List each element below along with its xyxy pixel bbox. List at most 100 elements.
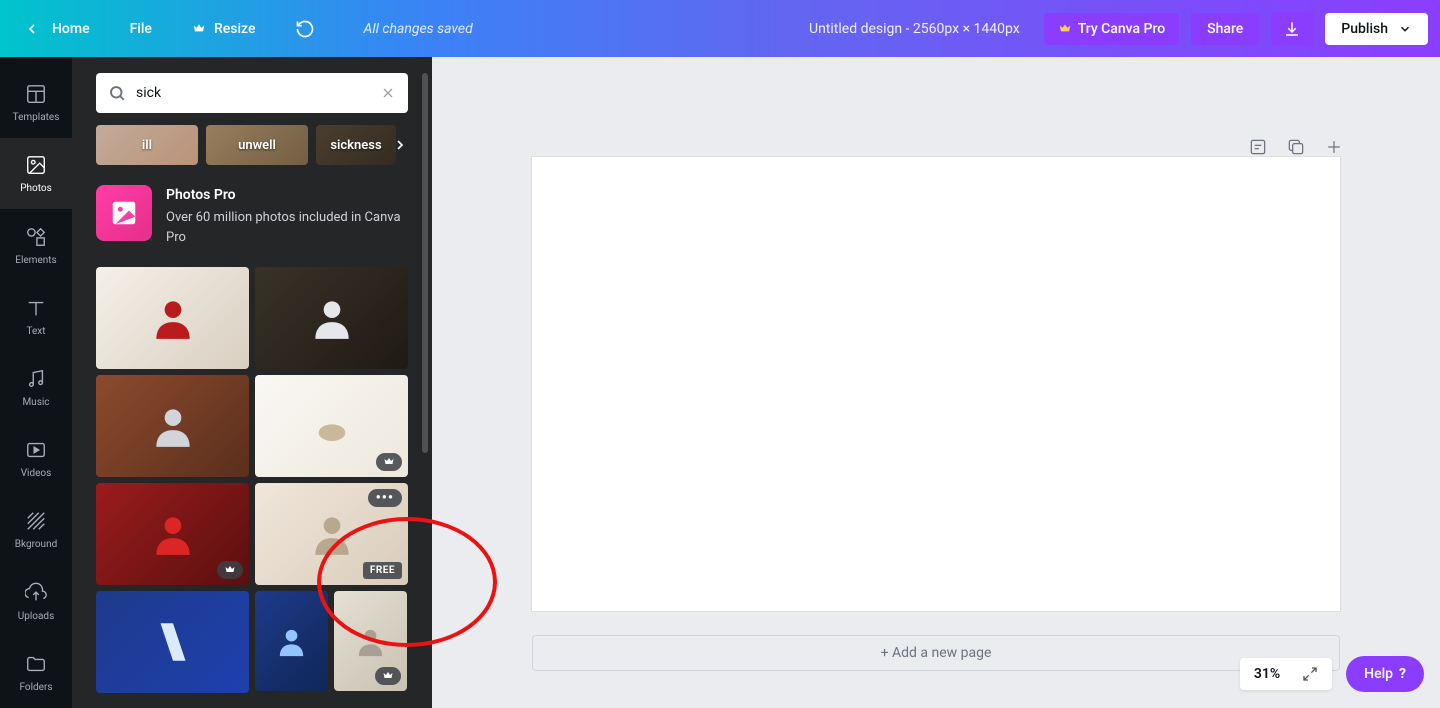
nav-background[interactable]: Bkground — [0, 494, 72, 565]
photo-result-8[interactable] — [255, 591, 328, 691]
chips-next-button[interactable] — [386, 131, 414, 159]
topbar-right-group: Untitled design - 2560px × 1440px Try Ca… — [809, 12, 1428, 46]
undo-button[interactable] — [287, 13, 323, 45]
help-label: Help — [1364, 666, 1393, 682]
search-box[interactable] — [96, 73, 408, 113]
promo-desc: Over 60 million photos included in Canva… — [166, 208, 408, 247]
notes-icon[interactable] — [1246, 135, 1270, 159]
home-label: Home — [52, 21, 90, 37]
photo-results: ••• FREE — [96, 267, 408, 693]
clear-search-icon[interactable] — [380, 85, 396, 101]
search-icon — [108, 84, 126, 102]
chevron-down-icon — [1398, 22, 1412, 36]
nav-label: Text — [26, 326, 45, 337]
add-new-page-button[interactable]: + Add a new page — [532, 635, 1340, 671]
save-status: All changes saved — [363, 21, 472, 37]
canvas-area: + Add a new page 31% Help ? — [432, 57, 1440, 708]
add-page-label: + Add a new page — [881, 645, 992, 661]
help-button[interactable]: Help ? — [1346, 656, 1424, 692]
document-title[interactable]: Untitled design - 2560px × 1440px — [809, 21, 1020, 37]
templates-icon — [24, 82, 48, 106]
pro-badge-icon — [217, 561, 243, 579]
panel-scrollbar[interactable] — [422, 73, 428, 453]
share-button[interactable]: Share — [1191, 13, 1259, 45]
nav-music[interactable]: Music — [0, 352, 72, 423]
publish-label: Publish — [1341, 21, 1388, 37]
file-button[interactable]: File — [122, 15, 160, 43]
promo-text: Photos Pro Over 60 million photos includ… — [166, 185, 408, 247]
zoom-value: 31% — [1254, 666, 1280, 682]
nav-label: Elements — [15, 255, 56, 266]
videos-icon — [24, 438, 48, 462]
photos-pro-icon — [96, 185, 152, 241]
elements-icon — [24, 225, 48, 249]
nav-label: Music — [22, 397, 49, 408]
topbar-left-group: Home File Resize All changes saved — [12, 11, 473, 47]
chevron-left-icon — [20, 17, 44, 41]
canvas-page[interactable] — [532, 157, 1340, 611]
photos-icon — [24, 153, 48, 177]
chip-label: sickness — [330, 138, 381, 153]
uploads-icon — [24, 581, 48, 605]
nav-uploads[interactable]: Uploads — [0, 566, 72, 637]
suggestion-chips: ill unwell sickness — [96, 125, 408, 165]
question-icon: ? — [1399, 666, 1406, 682]
photo-result-7[interactable] — [96, 591, 249, 693]
photo-result-5[interactable] — [96, 483, 249, 585]
main: Templates Photos Elements Text Music Vid… — [0, 57, 1440, 708]
pro-badge-icon — [375, 667, 401, 685]
chip-unwell[interactable]: unwell — [206, 125, 308, 165]
fullscreen-icon[interactable] — [1302, 666, 1318, 682]
photo-result-1[interactable] — [96, 267, 249, 369]
more-options-icon[interactable]: ••• — [368, 489, 402, 507]
bottom-controls: 31% Help ? — [1240, 656, 1424, 692]
crown-icon — [192, 22, 206, 36]
nav-label: Folders — [19, 682, 52, 693]
chip-ill[interactable]: ill — [96, 125, 198, 165]
duplicate-page-icon[interactable] — [1284, 135, 1308, 159]
nav-rail: Templates Photos Elements Text Music Vid… — [0, 57, 72, 708]
promo-title: Photos Pro — [166, 185, 408, 206]
chip-label: ill — [142, 138, 152, 153]
file-label: File — [130, 21, 152, 37]
nav-label: Photos — [20, 183, 52, 194]
nav-text[interactable]: Text — [0, 281, 72, 352]
text-icon — [24, 296, 48, 320]
nav-label: Templates — [13, 112, 60, 123]
zoom-control[interactable]: 31% — [1240, 658, 1332, 690]
folders-icon — [24, 652, 48, 676]
side-panel: ill unwell sickness Photos Pro Over 60 m… — [72, 57, 432, 708]
download-button[interactable] — [1271, 12, 1313, 46]
nav-elements[interactable]: Elements — [0, 209, 72, 280]
nav-templates[interactable]: Templates — [0, 67, 72, 138]
nav-folders[interactable]: Folders — [0, 637, 72, 708]
photo-result-3[interactable] — [96, 375, 249, 477]
photo-result-4[interactable] — [255, 375, 408, 477]
photos-pro-promo[interactable]: Photos Pro Over 60 million photos includ… — [96, 185, 408, 247]
chip-label: unwell — [238, 138, 276, 153]
photo-result-2[interactable] — [255, 267, 408, 369]
search-input[interactable] — [136, 85, 370, 101]
try-pro-button[interactable]: Try Canva Pro — [1044, 13, 1179, 45]
share-label: Share — [1207, 21, 1243, 37]
photo-result-9[interactable] — [334, 591, 407, 691]
crown-icon — [1058, 22, 1072, 36]
nav-label: Uploads — [18, 611, 54, 622]
free-badge: FREE — [363, 562, 402, 579]
photo-result-6[interactable]: ••• FREE — [255, 483, 408, 585]
topbar: Home File Resize All changes saved Untit… — [0, 0, 1440, 57]
canvas-page-toolbar — [1246, 135, 1346, 159]
nav-label: Bkground — [15, 539, 58, 550]
try-pro-label: Try Canva Pro — [1078, 21, 1165, 37]
resize-button[interactable]: Resize — [184, 15, 264, 43]
nav-videos[interactable]: Videos — [0, 423, 72, 494]
nav-label: Videos — [21, 468, 52, 479]
publish-button[interactable]: Publish — [1325, 13, 1428, 45]
nav-photos[interactable]: Photos — [0, 138, 72, 209]
resize-label: Resize — [214, 21, 256, 37]
chip-sickness[interactable]: sickness — [316, 125, 396, 165]
home-button[interactable]: Home — [12, 11, 98, 47]
music-icon — [24, 367, 48, 391]
add-page-icon[interactable] — [1322, 135, 1346, 159]
background-icon — [24, 509, 48, 533]
